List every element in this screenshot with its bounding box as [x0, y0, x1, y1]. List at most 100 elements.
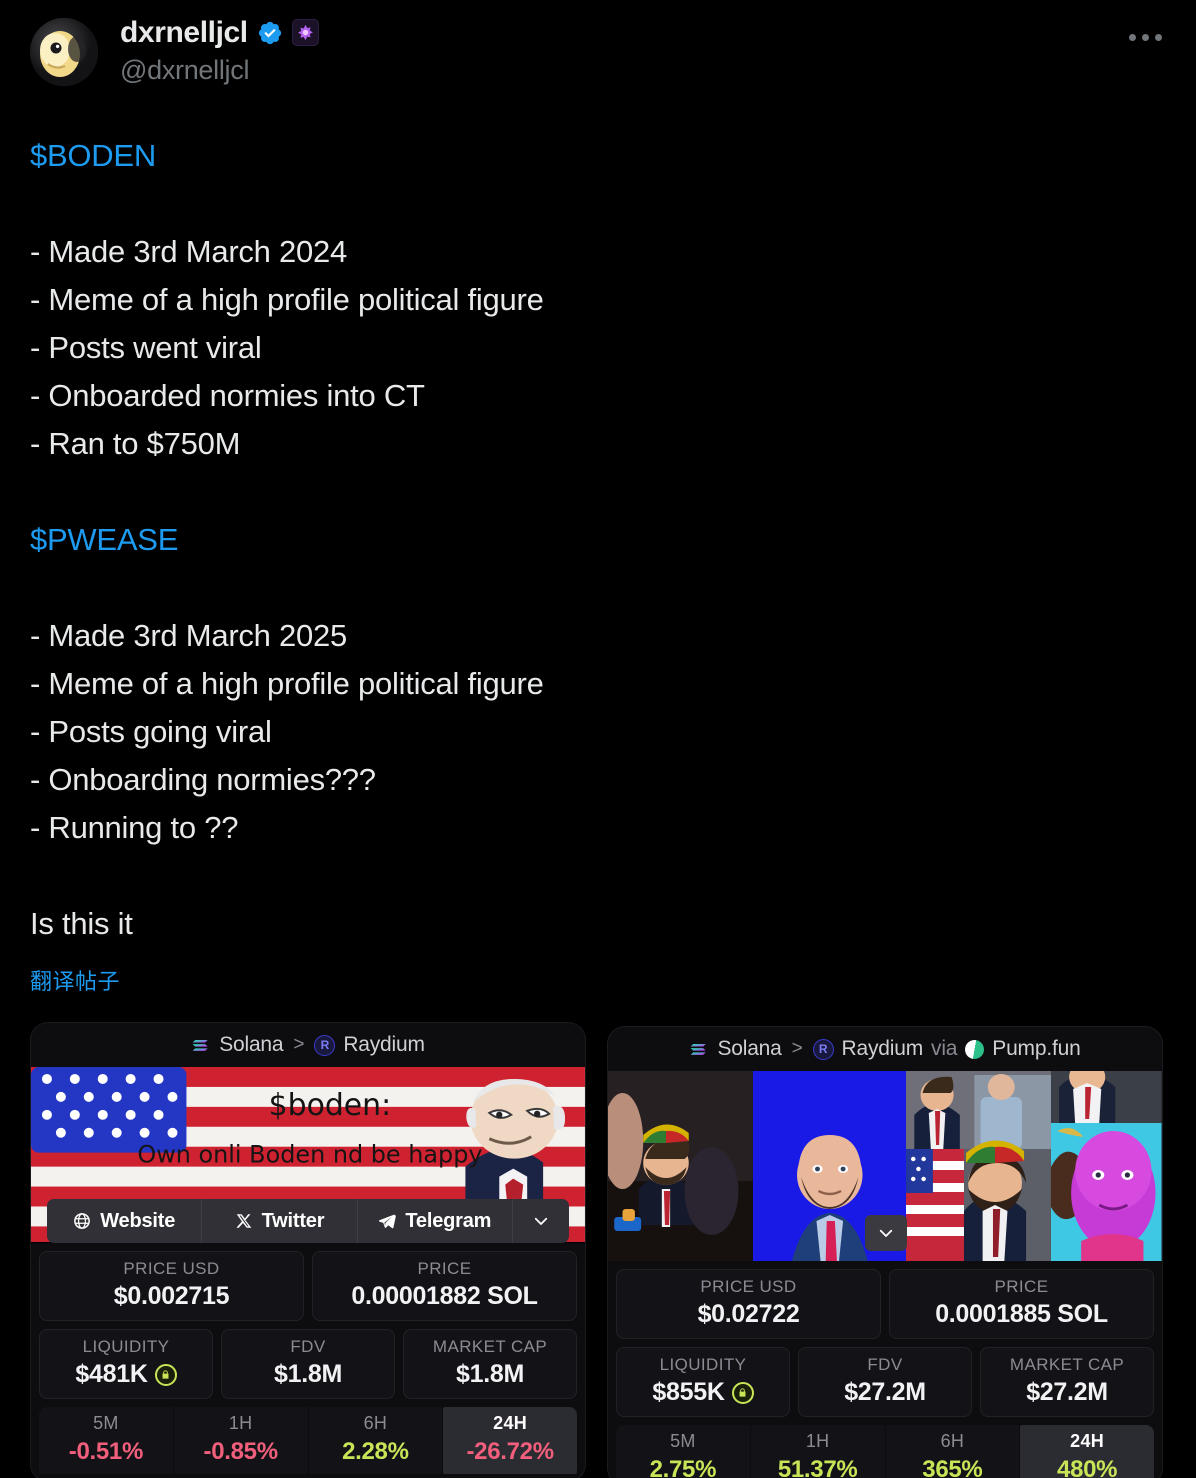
via-label: via — [931, 1037, 958, 1060]
stat-label: FDV — [867, 1355, 903, 1374]
stat-label: LIQUIDITY — [82, 1337, 170, 1356]
stat-value-text: $1.8M — [456, 1360, 524, 1388]
timeframe-5m[interactable]: 5M -0.51% — [39, 1407, 174, 1474]
stat-value: 0.00001882 SOL — [317, 1282, 572, 1311]
timeframe-value: -26.72% — [466, 1438, 554, 1465]
tweet-line: $PWEASE — [30, 516, 1166, 564]
timeframe-5m[interactable]: 5M 2.75% — [616, 1425, 751, 1478]
token-card-pwease[interactable]: pwease / SOL Solana > R Raydium via Pump… — [607, 1026, 1163, 1478]
stat-row-metrics: LIQUIDITY $481K FDV $1.8M MARKET CAP $1.… — [39, 1329, 577, 1399]
tweet-line: - Onboarding normies??? — [30, 762, 376, 797]
dex-name: Raydium — [343, 1033, 425, 1056]
tweet-text: $BODEN - Made 3rd March 2024 - Meme of a h… — [0, 112, 1196, 1006]
meme-caption-primary: $boden: — [269, 1088, 392, 1123]
display-name: dxrnelljcl — [120, 16, 248, 49]
pumpfun-icon — [961, 1035, 988, 1063]
stat-value-text: $27.2M — [1026, 1378, 1108, 1406]
timeframe-1h[interactable]: 1H 51.37% — [750, 1425, 886, 1478]
breadcrumb-separator: > — [791, 1038, 803, 1059]
tweet-line: - Meme of a high profile political figur… — [30, 666, 544, 701]
user-handle: @dxrnelljcl — [120, 55, 250, 85]
website-button[interactable]: Website — [47, 1199, 203, 1243]
media-cell-1 — [608, 1071, 753, 1261]
timeframe-row-boden: 5M -0.51% 1H -0.85% 6H 2.28% 24H -26.72% — [39, 1407, 577, 1474]
website-button-label: Website — [100, 1209, 176, 1232]
translate-post-link[interactable]: 翻译帖子 — [30, 958, 120, 1006]
stat-label: MARKET CAP — [432, 1337, 548, 1356]
timeframe-6h[interactable]: 6H 2.28% — [308, 1407, 444, 1474]
telegram-button-label: Telegram — [405, 1209, 492, 1232]
token-media-pwease[interactable] — [608, 1071, 1162, 1261]
social-links-row: Website Twitter Telegram — [47, 1199, 569, 1243]
avatar-image — [30, 18, 98, 86]
timeframe-value: -0.85% — [203, 1438, 279, 1465]
stat-value: 0.0001885 SOL — [894, 1300, 1149, 1329]
stat-value-text: $481K — [75, 1360, 148, 1388]
token-media-boden[interactable]: $boden: Own onli Boden nd be happy Websi… — [31, 1067, 585, 1243]
stat-market-cap: MARKET CAP $27.2M — [980, 1347, 1154, 1417]
tweet-line: $BODEN — [30, 132, 1166, 180]
timeframe-24h[interactable]: 24H -26.72% — [443, 1407, 577, 1474]
stat-value-text: $1.8M — [274, 1360, 342, 1388]
timeframe-value: 365% — [922, 1456, 983, 1478]
tweet-line: Is this it — [30, 906, 133, 941]
cashtag-link[interactable]: $BODEN — [30, 138, 156, 173]
stat-price-usd: PRICE USD $0.02722 — [616, 1269, 881, 1339]
timeframe-label: 5M — [670, 1431, 696, 1451]
stat-price-sol: PRICE 0.00001882 SOL — [312, 1251, 577, 1321]
telegram-icon — [379, 1214, 397, 1229]
more-options-icon[interactable] — [1123, 28, 1168, 47]
tweet-line: - Made 3rd March 2024 — [30, 234, 347, 269]
timeframe-label: 6H — [363, 1413, 388, 1433]
tweet-line: - Ran to $750M — [30, 426, 241, 461]
timeframe-1h[interactable]: 1H -0.85% — [173, 1407, 309, 1474]
stat-value-text: $855K — [652, 1378, 725, 1406]
twitter-button-label: Twitter — [261, 1209, 325, 1232]
timeframe-value: 2.28% — [342, 1438, 409, 1465]
stat-liquidity: LIQUIDITY $481K — [39, 1329, 213, 1399]
timeframe-24h[interactable]: 24H 480% — [1020, 1425, 1154, 1478]
more-links-button[interactable] — [513, 1199, 569, 1243]
stat-value: $855K — [621, 1378, 785, 1407]
cashtag-link[interactable]: $PWEASE — [30, 522, 178, 557]
stat-label: PRICE USD — [700, 1277, 797, 1296]
stat-market-cap: MARKET CAP $1.8M — [403, 1329, 577, 1399]
lock-icon — [731, 1381, 754, 1404]
media-cell-3 — [906, 1071, 1052, 1261]
timeframe-label: 5M — [93, 1413, 119, 1433]
avatar[interactable] — [30, 18, 98, 86]
token-cards-area: Solana > R Raydium $boden: Own onli Bode… — [0, 1010, 1196, 1478]
timeframe-row-pwease: 5M 2.75% 1H 51.37% 6H 365% 24H 480% — [616, 1425, 1154, 1478]
lock-icon — [154, 1363, 177, 1386]
telegram-button[interactable]: Telegram — [358, 1199, 513, 1243]
affiliate-badge-icon[interactable] — [291, 19, 319, 46]
stat-value: $1.8M — [408, 1360, 572, 1389]
stat-row-price: PRICE USD $0.02722 PRICE 0.0001885 SOL — [616, 1269, 1154, 1339]
stat-value: $27.2M — [803, 1378, 967, 1407]
x-twitter-icon — [236, 1214, 251, 1228]
stat-label: LIQUIDITY — [659, 1355, 747, 1374]
chain-name: Solana — [717, 1037, 782, 1060]
meme-caption-secondary: Own onli Boden nd be happy — [137, 1141, 482, 1169]
twitter-button[interactable]: Twitter — [202, 1199, 358, 1243]
expand-media-button[interactable] — [865, 1215, 907, 1251]
timeframe-6h[interactable]: 6H 365% — [885, 1425, 1021, 1478]
timeframe-value: 480% — [1057, 1456, 1118, 1478]
timeframe-label: 1H — [228, 1413, 253, 1433]
stat-value-text: $0.02722 — [697, 1300, 800, 1328]
chain-breadcrumb: Solana > R Raydium via Pump.fun — [608, 1027, 1162, 1071]
stat-label: FDV — [290, 1337, 326, 1356]
stat-value-text: 0.0001885 SOL — [935, 1300, 1108, 1328]
stat-row-price: PRICE USD $0.002715 PRICE 0.00001882 SOL — [39, 1251, 577, 1321]
raydium-icon: R — [812, 1038, 834, 1060]
media-cell-4 — [1051, 1071, 1162, 1261]
user-name-block: dxrnelljcl @dxrnelljcl — [120, 14, 319, 86]
stat-value: $1.8M — [226, 1360, 390, 1389]
tweet-line: - Meme of a high profile political figur… — [30, 282, 544, 317]
stat-label: PRICE — [994, 1277, 1049, 1296]
stat-label: MARKET CAP — [1009, 1355, 1125, 1374]
token-card-boden[interactable]: Solana > R Raydium $boden: Own onli Bode… — [30, 1022, 586, 1478]
timeframe-value: 51.37% — [777, 1456, 858, 1478]
